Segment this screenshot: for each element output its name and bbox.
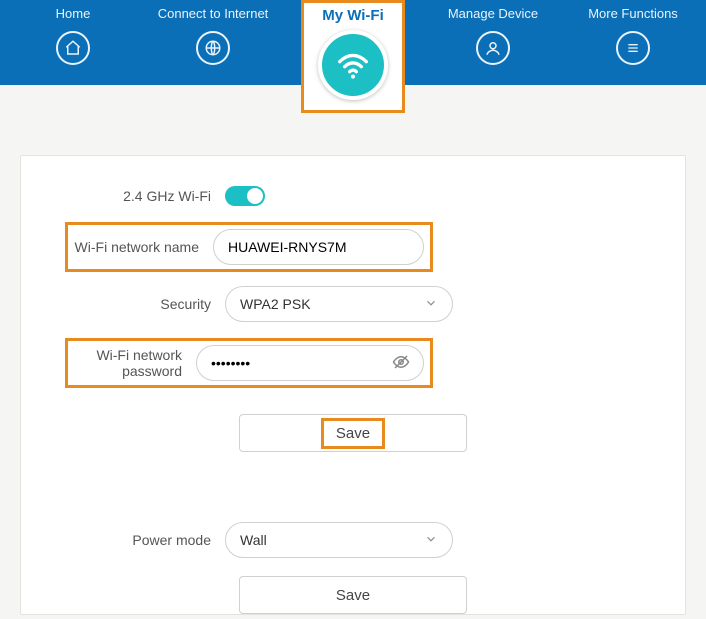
nav-connect[interactable]: Connect to Internet	[158, 4, 268, 65]
save-wifi-button[interactable]: Save	[239, 414, 467, 452]
password-input[interactable]	[211, 355, 392, 371]
top-nav: Home Connect to Internet Manage Device M…	[0, 0, 706, 85]
save-power-label: Save	[336, 587, 370, 604]
powermode-label: Power mode	[21, 532, 225, 548]
ssid-input[interactable]	[228, 239, 409, 255]
save-power-button[interactable]: Save	[239, 576, 467, 614]
nav-mywifi[interactable]: My Wi-Fi	[301, 0, 405, 113]
security-select[interactable]: WPA2 PSK	[225, 286, 453, 322]
chevron-down-icon	[424, 532, 438, 549]
security-value: WPA2 PSK	[240, 296, 311, 312]
password-input-wrap	[196, 345, 424, 381]
nav-more-label: More Functions	[588, 6, 678, 21]
globe-icon	[196, 31, 230, 65]
ssid-input-wrap	[213, 229, 424, 265]
row-enable-24ghz: 2.4 GHz Wi-Fi	[21, 186, 685, 206]
menu-icon	[616, 31, 650, 65]
row-ssid: Wi-Fi network name	[65, 222, 433, 272]
chevron-down-icon	[424, 296, 438, 313]
enable-24ghz-toggle[interactable]	[225, 186, 265, 206]
wifi-icon	[318, 30, 388, 100]
row-security: Security WPA2 PSK	[21, 286, 685, 322]
nav-mywifi-label: My Wi-Fi	[322, 7, 384, 24]
home-icon	[56, 31, 90, 65]
settings-panel: 2.4 GHz Wi-Fi Wi-Fi network name Securit…	[20, 155, 686, 615]
powermode-select[interactable]: Wall	[225, 522, 453, 558]
nav-home[interactable]: Home	[18, 4, 128, 65]
row-powermode: Power mode Wall	[21, 522, 685, 558]
nav-connect-label: Connect to Internet	[158, 6, 269, 21]
security-label: Security	[21, 296, 225, 312]
nav-manage[interactable]: Manage Device	[438, 4, 548, 65]
eye-off-icon[interactable]	[392, 353, 410, 374]
row-password: Wi-Fi network password	[65, 338, 433, 388]
ssid-label: Wi-Fi network name	[68, 239, 213, 255]
nav-home-label: Home	[56, 6, 91, 21]
nav-more[interactable]: More Functions	[578, 4, 688, 65]
password-label: Wi-Fi network password	[68, 347, 196, 379]
save-wifi-label: Save	[321, 418, 385, 449]
nav-manage-label: Manage Device	[448, 6, 538, 21]
user-icon	[476, 31, 510, 65]
enable-24ghz-label: 2.4 GHz Wi-Fi	[21, 188, 225, 204]
powermode-value: Wall	[240, 532, 267, 548]
